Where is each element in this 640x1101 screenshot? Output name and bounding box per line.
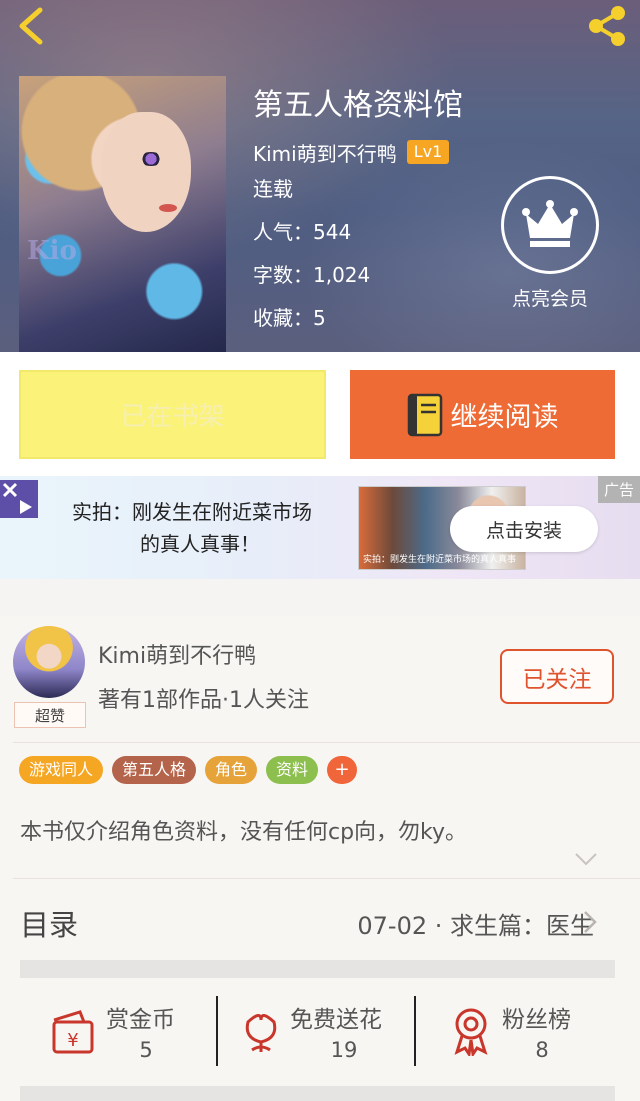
vip-label: 点亮会员 — [511, 288, 588, 310]
author-name[interactable]: Kimi萌到不行鸭 — [253, 138, 397, 167]
ad-close-button[interactable] — [0, 480, 38, 518]
stat-divider — [216, 996, 218, 1066]
stats-row: ¥ 赏金币 5 免费送花 19 粉丝榜 8 — [0, 996, 640, 1086]
toc-latest-chapter[interactable]: 07-02 · 求生篇：医生 — [357, 906, 594, 941]
in-bookshelf-button[interactable]: 已在书架 — [19, 370, 326, 459]
ad-text: 实拍：刚发生在附近菜市场 的真人真事！ — [72, 496, 362, 560]
stat-label: 赏金币 — [106, 1007, 175, 1033]
word-count: 字数：1,024 — [253, 263, 371, 287]
share-button[interactable] — [580, 2, 632, 50]
author-card: 超赞 Kimi萌到不行鸭 著有1部作品·1人关注 已关注 游戏同人 第五人格 角… — [0, 616, 640, 1101]
author-card-name[interactable]: Kimi萌到不行鸭 — [98, 638, 256, 670]
tag-item[interactable]: 资料 — [266, 756, 319, 784]
chevron-right-icon[interactable] — [583, 910, 597, 934]
stat-label: 免费送花 — [290, 1007, 382, 1033]
author-card-stats: 著有1部作品·1人关注 — [98, 688, 309, 713]
avatar[interactable] — [13, 626, 85, 698]
crown-badge — [501, 176, 599, 274]
level-badge: Lv1 — [406, 140, 450, 164]
ad-logo-icon — [2, 482, 32, 514]
action-bar: 已在书架 继续阅读 — [0, 352, 640, 476]
chevron-down-icon[interactable] — [574, 852, 598, 866]
tag-list: 游戏同人 第五人格 角色 资料 + — [19, 756, 358, 784]
stat-value: 5 — [139, 1038, 153, 1062]
cover-watermark: Kio — [27, 236, 77, 266]
section-separator — [20, 1086, 615, 1101]
toc-label[interactable]: 目录 — [20, 902, 78, 944]
svg-text:¥: ¥ — [67, 1030, 78, 1051]
tag-item[interactable]: 第五人格 — [112, 756, 197, 784]
ad-line-2: 的真人真事！ — [140, 532, 260, 556]
favorites-count: 收藏：5 — [253, 306, 326, 330]
add-tag-button[interactable]: + — [327, 756, 358, 784]
cover-lips — [159, 204, 177, 212]
popularity: 人气：544 — [253, 220, 352, 244]
tag-item[interactable]: 游戏同人 — [19, 756, 104, 784]
continue-reading-label: 继续阅读 — [450, 402, 559, 433]
book-header: Kio 第五人格资料馆 Kimi萌到不行鸭 Lv1 连载 人气：544 字数：1… — [0, 0, 640, 352]
follow-button[interactable]: 已关注 — [500, 649, 614, 704]
reward-coin-stat[interactable]: ¥ 赏金币 5 — [50, 996, 210, 1086]
flower-icon — [245, 1014, 277, 1052]
vip-button[interactable]: 点亮会员 — [500, 176, 600, 311]
ad-banner[interactable]: 实拍：刚发生在附近菜市场 的真人真事！ 实拍：刚发生在附近菜市场的真人真事 点击… — [0, 476, 640, 579]
flower-stat[interactable]: 免费送花 19 — [238, 996, 408, 1086]
cover-eye — [139, 152, 163, 166]
cover-face — [101, 112, 191, 232]
award-badge: 超赞 — [14, 702, 86, 728]
stat-value: 19 — [330, 1038, 358, 1062]
ad-line-1: 实拍：刚发生在附近菜市场 — [72, 500, 312, 524]
share-icon — [589, 6, 625, 46]
stat-divider — [414, 996, 416, 1066]
tag-item[interactable]: 角色 — [205, 756, 258, 784]
stat-value: 8 — [535, 1038, 549, 1062]
stat-label: 粉丝榜 — [502, 1007, 571, 1033]
book-description: 本书仅介绍角色资料，没有任何cp向，勿ky。 — [20, 820, 468, 845]
divider — [13, 742, 640, 743]
ad-tag: 广告 — [597, 476, 640, 503]
divider — [13, 878, 640, 879]
book-icon — [407, 393, 442, 436]
book-cover[interactable]: Kio — [19, 76, 226, 352]
continue-reading-button[interactable]: 继续阅读 — [350, 370, 615, 459]
ad-image-caption: 实拍：刚发生在附近菜市场的真人真事 — [363, 555, 517, 565]
book-title: 第五人格资料馆 — [253, 88, 463, 123]
author-row: Kimi萌到不行鸭 Lv1 — [253, 136, 463, 168]
reward-coin-icon: ¥ — [52, 1010, 94, 1054]
crown-icon — [522, 200, 578, 247]
book-info: 第五人格资料馆 Kimi萌到不行鸭 Lv1 连载 人气：544 字数：1,024… — [253, 84, 463, 340]
back-button[interactable] — [8, 2, 52, 50]
ad-install-button[interactable]: 点击安装 — [450, 506, 598, 552]
serial-status: 连载 — [253, 177, 293, 201]
chevron-left-icon — [19, 7, 43, 45]
section-separator — [20, 960, 615, 978]
medal-icon — [454, 1008, 488, 1056]
fan-ranking-stat[interactable]: 粉丝榜 8 — [448, 996, 598, 1086]
